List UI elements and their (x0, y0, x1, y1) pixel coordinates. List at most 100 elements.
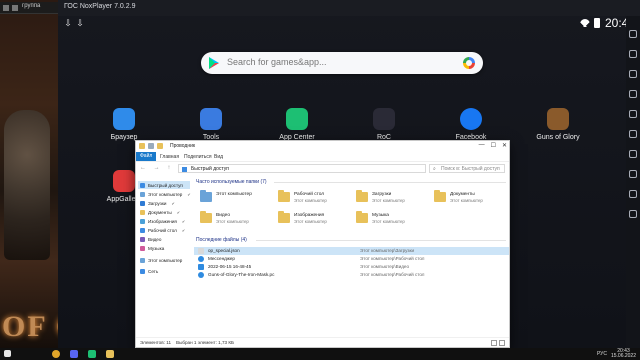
folder-tile[interactable]: Музыка Этот компьютер (354, 210, 428, 228)
app-tools[interactable]: Tools (186, 108, 236, 141)
app-center-icon (286, 108, 308, 130)
new-folder-icon[interactable] (157, 143, 163, 149)
wallpaper-figure (4, 110, 50, 260)
google-play-icon (209, 57, 219, 69)
status-selection: Выбран 1 элемент: 1,73 КБ (176, 340, 235, 345)
explorer-titlebar: Проводник — ☐ ✕ (136, 141, 509, 152)
tiles-view-icon[interactable] (499, 340, 505, 346)
minimize-icon[interactable]: — (479, 142, 485, 149)
folder-icon (356, 190, 368, 202)
download-icon: ⇩ (64, 18, 72, 28)
computer-icon (200, 190, 212, 202)
computer-icon (140, 257, 145, 263)
tab-home[interactable]: Главная (156, 153, 183, 161)
explorer-search-placeholder: Поиск в: Быстрый доступ (441, 166, 500, 172)
google-icon[interactable] (463, 57, 475, 69)
computer-icon (140, 191, 145, 197)
address-bar[interactable]: Быстрый доступ (178, 164, 426, 173)
sidebar-button-icon[interactable] (629, 150, 637, 158)
folder-name: Документы (450, 192, 475, 197)
folder-icon (139, 143, 145, 149)
folder-tile[interactable]: Этот компьютер (198, 189, 272, 207)
sidebar-button-icon[interactable] (629, 70, 637, 78)
host-browser-tab[interactable]: группа (0, 2, 58, 14)
music-icon (140, 245, 145, 251)
folder-location: Этот компьютер (372, 198, 405, 203)
recent-file-row[interactable]: 2022-06-15 16-48-45 Этот компьютер\Видео (194, 263, 509, 271)
recent-file-row[interactable]: op_special.json Этот компьютер\Загрузки (194, 247, 509, 255)
address-text: Быстрый доступ (191, 166, 229, 172)
frequent-folders-header[interactable]: Часто используемые папки (7) (196, 179, 267, 185)
desktop: группа OF C ГОС NoxPlayer 7.0.2.9 ⇩ ⇩ 20… (0, 0, 640, 360)
system-tray: РУС 20:43 15.06.2022 (597, 349, 636, 359)
star-icon (182, 167, 187, 172)
tab-view[interactable]: Вид (210, 153, 227, 161)
documents-icon (140, 209, 145, 215)
language-indicator[interactable]: РУС (597, 351, 607, 357)
app-browser[interactable]: Браузер (99, 108, 149, 141)
chrome-icon[interactable] (52, 350, 60, 358)
tab-file[interactable]: Файл (136, 152, 157, 161)
app-app-center[interactable]: App Center (272, 108, 322, 141)
file-name: op_special.json (208, 248, 240, 253)
folder-icon (278, 190, 290, 202)
browser-icon (113, 108, 135, 130)
nav-item-network[interactable]: Сеть (140, 267, 158, 275)
sidebar-button-icon[interactable] (629, 190, 637, 198)
sidebar-button-icon[interactable] (629, 50, 637, 58)
nav-item-downloads[interactable]: Загрузки ✔ (140, 199, 175, 207)
details-view-icon[interactable] (491, 340, 497, 346)
discord-icon[interactable] (70, 350, 78, 358)
folder-tile[interactable]: Изображения Этот компьютер (276, 210, 350, 228)
sidebar-button-icon[interactable] (629, 110, 637, 118)
nav-item-videos[interactable]: Видео (140, 235, 161, 243)
nav-item-pictures[interactable]: Изображения ✔ (140, 217, 185, 225)
sidebar-button-icon[interactable] (629, 30, 637, 38)
properties-icon[interactable] (148, 143, 154, 149)
navigation-pane: Быстрый доступ Этот компьютер ✔ Загрузки ✔… (136, 177, 192, 337)
explorer-icon[interactable] (106, 350, 114, 358)
nav-item-this-pc[interactable]: Этот компьютер ✔ (140, 190, 191, 198)
android-status-icons (580, 17, 600, 29)
nox-sidebar (626, 16, 640, 348)
maximize-icon[interactable]: ☐ (491, 142, 496, 149)
sidebar-button-icon[interactable] (629, 90, 637, 98)
json-file-icon (198, 248, 204, 254)
folder-location: Этот компьютер (294, 198, 327, 203)
nav-item-music[interactable]: Музыка (140, 244, 164, 252)
folder-tile[interactable]: Загрузки Этот компьютер (354, 189, 428, 207)
app-search-bar[interactable]: Search for games&app... (201, 52, 483, 74)
close-icon[interactable]: ✕ (502, 142, 507, 149)
recent-file-row[interactable]: Мессенджер Этот компьютер\Рабочий стол (194, 255, 509, 263)
app-label: Guns of Glory (536, 134, 580, 141)
tray-clock[interactable]: 20:43 15.06.2022 (611, 349, 636, 359)
sidebar-button-icon[interactable] (629, 170, 637, 178)
file-location: Этот компьютер\Загрузки (360, 248, 415, 253)
folder-tile[interactable]: Видео Этот компьютер (198, 210, 272, 228)
folder-name: Этот компьютер (216, 192, 252, 197)
tools-icon (200, 108, 222, 130)
nav-item-quick-access[interactable]: Быстрый доступ (138, 181, 190, 189)
file-name: Guns-of-Glory-The-Iron-Mask.pc (208, 272, 275, 277)
folder-tile[interactable]: Рабочий стол Этот компьютер (276, 189, 350, 207)
app-facebook[interactable]: Facebook (446, 108, 496, 141)
windows-start-icon[interactable] (4, 350, 11, 357)
video-icon (140, 236, 145, 242)
app-roc[interactable]: RoC (359, 108, 409, 141)
sidebar-button-icon[interactable] (629, 130, 637, 138)
navigation-arrows[interactable]: ← → ↑ (140, 165, 173, 171)
recent-file-row[interactable]: Guns-of-Glory-The-Iron-Mask.pc Этот комп… (194, 271, 509, 279)
explorer-search[interactable]: ⌕ Поиск в: Быстрый доступ (429, 164, 505, 173)
status-item-count: Элементов: 11 (140, 340, 172, 345)
folder-tile[interactable]: Документы Этот компьютер (432, 189, 506, 207)
nav-item-this-pc-root[interactable]: Этот компьютер (140, 256, 182, 264)
folder-location: Этот компьютер (450, 198, 483, 203)
recent-files-header[interactable]: Последние файлы (4) (196, 237, 247, 243)
nav-label: Изображения (148, 218, 177, 224)
sidebar-button-icon[interactable] (629, 210, 637, 218)
app-guns-of-glory[interactable]: Guns of Glory (533, 108, 583, 141)
content-pane: Часто используемые папки (7) Этот компью… (194, 177, 509, 337)
nav-item-desktop[interactable]: Рабочий стол ✔ (140, 226, 185, 234)
nav-item-documents[interactable]: Документы ✔ (140, 208, 180, 216)
nox-icon[interactable] (88, 350, 96, 358)
